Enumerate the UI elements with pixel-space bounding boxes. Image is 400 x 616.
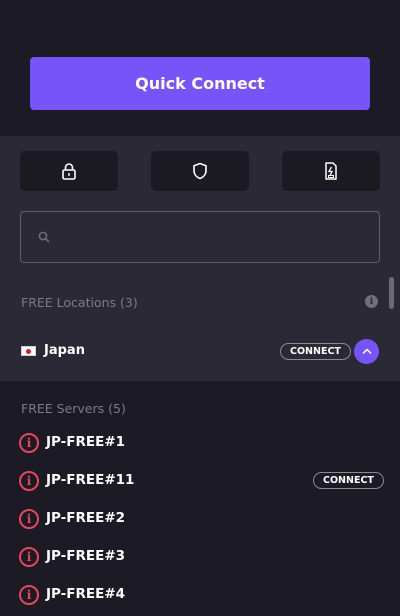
free-locations-label: FREE Locations (3)	[21, 295, 138, 310]
sim-card-button[interactable]	[282, 151, 380, 191]
sim-card-icon	[325, 162, 337, 180]
warning-icon: i	[19, 471, 39, 491]
server-name: JP-FREE#4	[46, 586, 126, 602]
locations-panel: FREE Locations (3) i Japan CONNECT	[0, 136, 400, 381]
server-row[interactable]: i JP-FREE#1	[0, 427, 400, 459]
shield-button[interactable]	[151, 151, 249, 191]
server-row[interactable]: i JP-FREE#11 CONNECT	[0, 465, 400, 497]
info-icon[interactable]: i	[365, 295, 378, 308]
server-list: FREE Servers (5) i JP-FREE#1 i JP-FREE#1…	[0, 381, 400, 616]
lock-button[interactable]	[20, 151, 118, 191]
shield-icon	[193, 162, 207, 180]
warning-icon: i	[19, 433, 39, 453]
warning-icon: i	[19, 509, 39, 529]
server-row[interactable]: i JP-FREE#2	[0, 503, 400, 535]
search-icon	[38, 231, 50, 243]
search-box[interactable]	[20, 211, 380, 263]
server-row[interactable]: i JP-FREE#4	[0, 579, 400, 611]
scrollbar[interactable]	[389, 277, 394, 309]
lock-icon	[62, 163, 76, 180]
quick-connect-button[interactable]: Quick Connect	[30, 57, 370, 110]
search-input[interactable]	[60, 229, 360, 245]
header-area: Quick Connect	[0, 0, 400, 136]
server-connect-button[interactable]: CONNECT	[313, 472, 384, 489]
location-row-japan[interactable]: Japan CONNECT	[0, 334, 400, 370]
chevron-up-icon	[361, 348, 372, 355]
warning-icon: i	[19, 585, 39, 605]
free-servers-label: FREE Servers (5)	[21, 401, 126, 416]
location-name: Japan	[44, 343, 85, 358]
server-row[interactable]: i JP-FREE#3	[0, 541, 400, 573]
server-name: JP-FREE#2	[46, 510, 126, 526]
japan-flag-icon	[21, 346, 36, 356]
server-name: JP-FREE#11	[46, 472, 135, 488]
warning-icon: i	[19, 547, 39, 567]
server-name: JP-FREE#3	[46, 548, 126, 564]
server-name: JP-FREE#1	[46, 434, 126, 450]
collapse-button[interactable]	[354, 339, 379, 364]
location-connect-button[interactable]: CONNECT	[280, 343, 351, 360]
